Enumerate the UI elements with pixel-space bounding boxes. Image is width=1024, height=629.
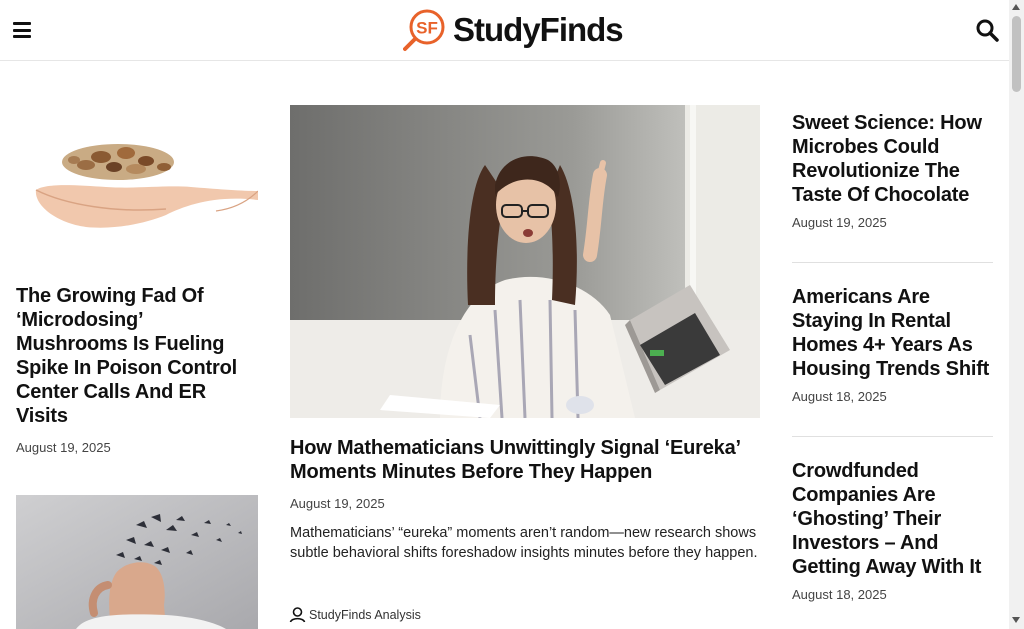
featured-article-title[interactable]: How Mathematicians Unwittingly Signal ‘E…: [290, 436, 760, 484]
right-divider: [792, 262, 993, 263]
hamburger-menu-icon[interactable]: [13, 22, 31, 38]
featured-article-author[interactable]: StudyFinds Analysis: [309, 608, 421, 622]
dissolving-head-illustration: [16, 495, 258, 629]
mushrooms-article-image[interactable]: [16, 105, 258, 270]
right-divider: [792, 436, 993, 437]
brain-article-image[interactable]: [16, 495, 258, 629]
mushrooms-article-date: August 19, 2025: [16, 440, 111, 455]
right-article-2-title[interactable]: Americans Are Staying In Rental Homes 4+…: [792, 285, 993, 381]
search-icon[interactable]: [975, 18, 999, 42]
scroll-up-arrow-icon[interactable]: [1012, 4, 1020, 10]
featured-article-byline[interactable]: StudyFinds Analysis: [289, 606, 421, 623]
page-scrollbar[interactable]: [1009, 0, 1024, 629]
right-article-3-date: August 18, 2025: [792, 587, 887, 602]
right-article-1-date: August 19, 2025: [792, 215, 887, 230]
user-icon: [289, 607, 306, 623]
scroll-down-arrow-icon[interactable]: [1012, 617, 1020, 623]
site-logo[interactable]: SF StudyFinds: [403, 8, 624, 52]
site-header: SF StudyFinds: [0, 0, 1009, 61]
logo-magnifier-icon: SF: [403, 9, 445, 51]
right-article-3: Crowdfunded Companies Are ‘Ghosting’ The…: [792, 459, 993, 602]
right-article-1-title[interactable]: Sweet Science: How Microbes Could Revolu…: [792, 111, 993, 207]
featured-article-excerpt: Mathematicians’ “eureka” moments aren’t …: [290, 525, 758, 561]
right-article-1: Sweet Science: How Microbes Could Revolu…: [792, 111, 993, 230]
mushrooms-article-title[interactable]: The Growing Fad Of ‘Microdosing’ Mushroo…: [16, 284, 256, 428]
right-article-2-date: August 18, 2025: [792, 389, 887, 404]
scrollbar-thumb[interactable]: [1012, 16, 1021, 92]
featured-article-image[interactable]: [290, 105, 760, 418]
right-article-2: Americans Are Staying In Rental Homes 4+…: [792, 285, 993, 404]
logo-text: StudyFinds: [453, 11, 624, 48]
logo-mark: SF: [416, 19, 438, 38]
hand-holding-mushrooms-illustration: [16, 105, 258, 270]
right-article-3-title[interactable]: Crowdfunded Companies Are ‘Ghosting’ The…: [792, 459, 993, 579]
featured-article-date: August 19, 2025: [290, 496, 385, 511]
woman-at-laptop-illustration: [290, 105, 760, 418]
